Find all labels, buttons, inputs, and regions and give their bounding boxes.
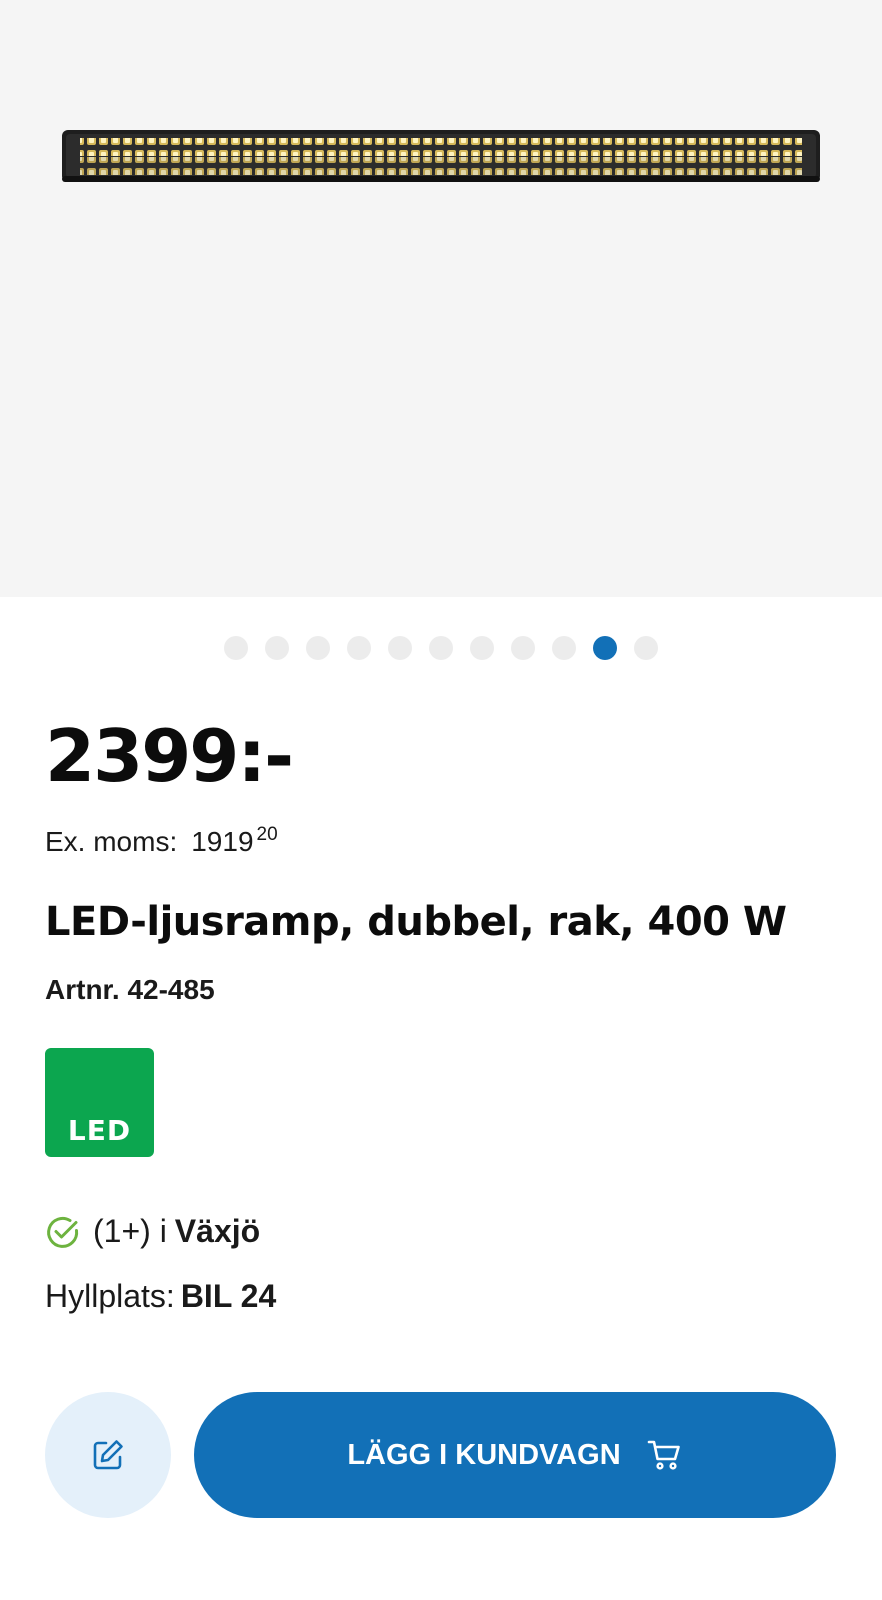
product-image bbox=[62, 130, 820, 182]
carousel-dot-10[interactable] bbox=[593, 636, 617, 660]
product-price: 2399:- bbox=[45, 714, 294, 798]
add-to-cart-button[interactable]: LÄGG I KUNDVAGN bbox=[194, 1392, 836, 1518]
stock-status: (1+) i Växjö bbox=[45, 1213, 260, 1250]
ex-vat-value: 1919 bbox=[191, 826, 254, 857]
carousel-dot-1[interactable] bbox=[224, 636, 248, 660]
led-badge: LED bbox=[45, 1048, 154, 1157]
product-image-gallery[interactable] bbox=[0, 0, 882, 597]
product-title: LED-ljusramp, dubbel, rak, 400 W bbox=[45, 899, 787, 945]
carousel-dot-3[interactable] bbox=[306, 636, 330, 660]
check-circle-icon bbox=[47, 1216, 79, 1248]
carousel-dot-8[interactable] bbox=[511, 636, 535, 660]
shelf-location: Hyllplats: BIL 24 bbox=[45, 1278, 276, 1315]
carousel-dot-4[interactable] bbox=[347, 636, 371, 660]
stock-store[interactable]: Växjö bbox=[175, 1213, 260, 1250]
led-badge-label: LED bbox=[67, 1114, 132, 1147]
ex-vat-label: Ex. moms: bbox=[45, 826, 178, 857]
edit-button[interactable] bbox=[45, 1392, 171, 1518]
cart-icon bbox=[647, 1440, 680, 1470]
carousel-dot-5[interactable] bbox=[388, 636, 412, 660]
article-number: Artnr. 42-485 bbox=[45, 974, 215, 1005]
edit-icon bbox=[93, 1440, 123, 1470]
carousel-dot-7[interactable] bbox=[470, 636, 494, 660]
carousel-dot-6[interactable] bbox=[429, 636, 453, 660]
carousel-indicator[interactable] bbox=[0, 636, 882, 660]
carousel-dot-9[interactable] bbox=[552, 636, 576, 660]
ex-vat-decimals: 20 bbox=[256, 824, 278, 845]
carousel-dot-2[interactable] bbox=[265, 636, 289, 660]
shelf-label: Hyllplats: bbox=[45, 1278, 175, 1314]
stock-quantity: (1+) i bbox=[93, 1213, 167, 1249]
price-ex-vat: Ex. moms: 1919 20 bbox=[45, 824, 278, 858]
shelf-value: BIL 24 bbox=[180, 1278, 277, 1314]
carousel-dot-11[interactable] bbox=[634, 636, 658, 660]
add-to-cart-label: LÄGG I KUNDVAGN bbox=[347, 1438, 621, 1471]
